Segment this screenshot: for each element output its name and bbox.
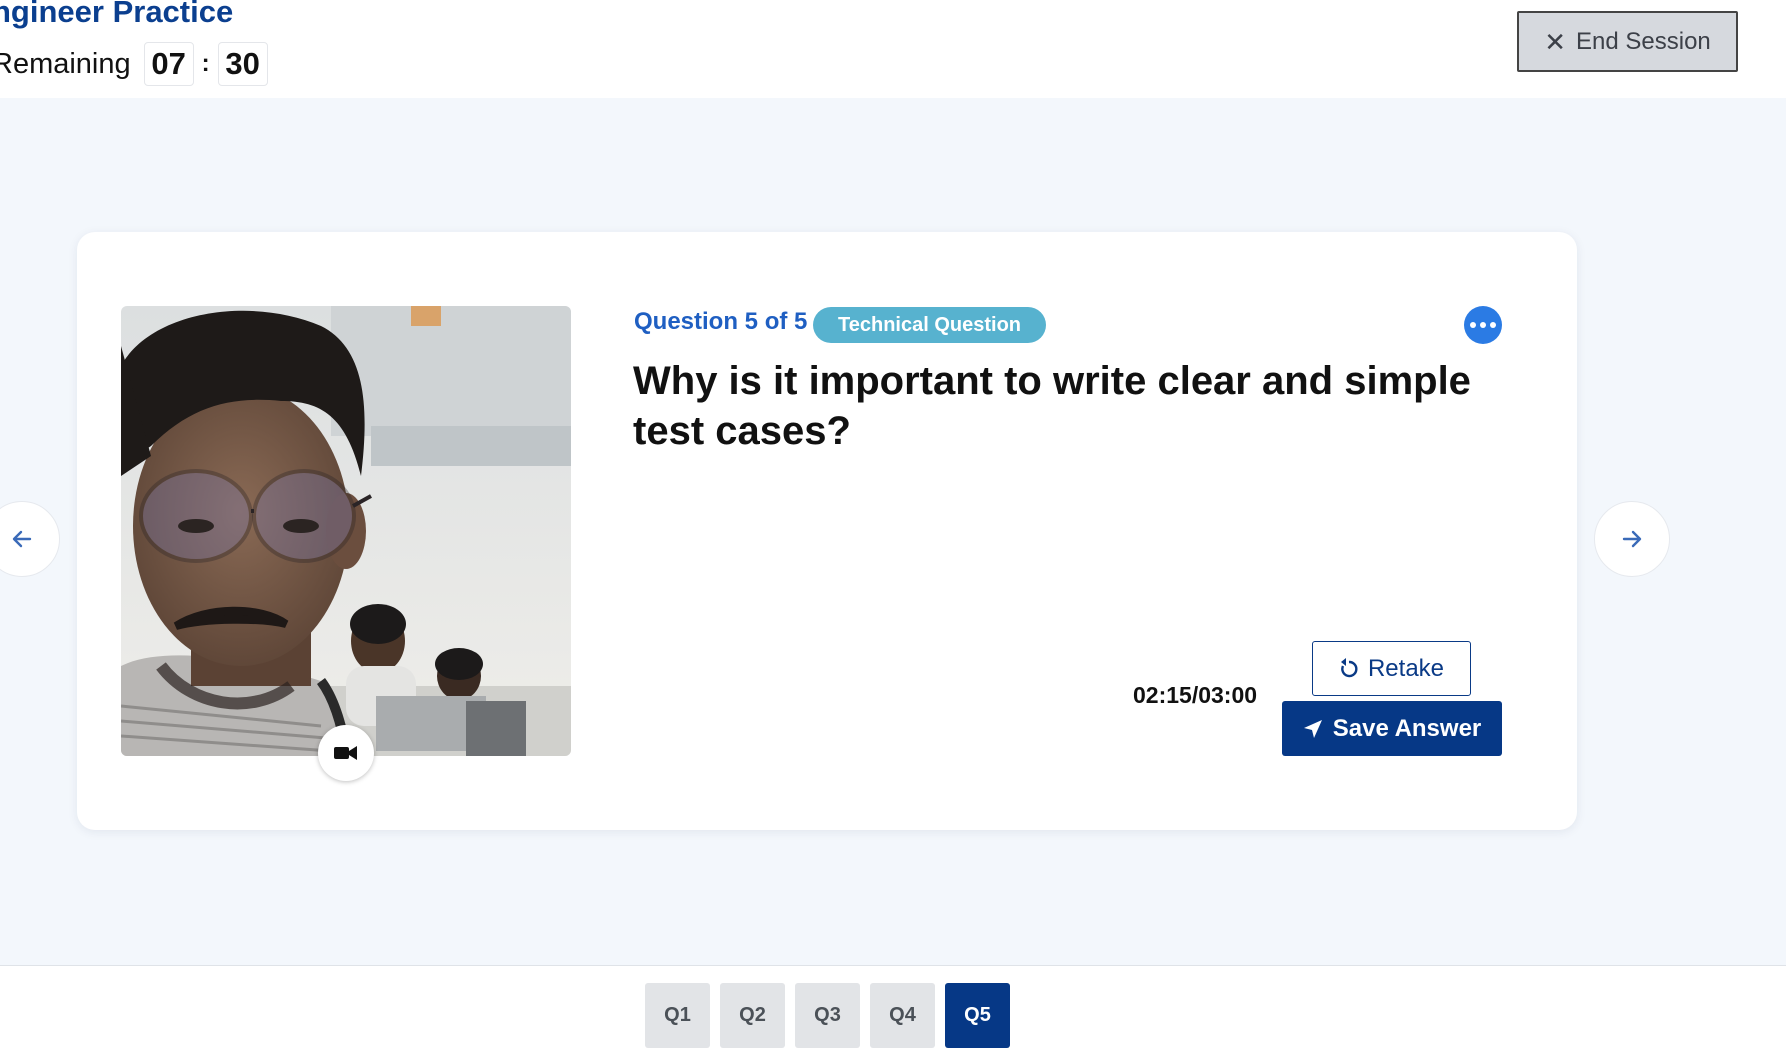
end-session-label: End Session bbox=[1576, 27, 1711, 55]
question-tab-q2[interactable]: Q2 bbox=[720, 983, 785, 1048]
question-text: Why is it important to write clear and s… bbox=[633, 359, 1471, 453]
arrow-left-icon bbox=[12, 530, 32, 548]
retake-button[interactable]: Retake bbox=[1312, 641, 1471, 696]
more-options-dot bbox=[1490, 322, 1496, 328]
arrow-right-icon bbox=[1622, 530, 1642, 548]
question-tab-q5[interactable]: Q5 bbox=[945, 983, 1010, 1048]
more-options-dot bbox=[1480, 322, 1486, 328]
remaining-label: Remaining bbox=[0, 47, 131, 80]
next-question-button[interactable] bbox=[1594, 501, 1670, 577]
question-number: Question 5 of 5 bbox=[634, 308, 808, 335]
webcam-preview bbox=[121, 306, 571, 756]
timer-minutes: 07 bbox=[143, 42, 194, 86]
question-type-badge: Technical Question bbox=[813, 307, 1046, 343]
time-remaining: Remaining 07 : 30 bbox=[0, 40, 268, 88]
video-camera-icon bbox=[334, 746, 357, 760]
camera-toggle-button[interactable] bbox=[318, 725, 374, 781]
question-tab-q1[interactable]: Q1 bbox=[645, 983, 710, 1048]
send-icon bbox=[1303, 719, 1322, 738]
save-answer-label: Save Answer bbox=[1332, 714, 1482, 742]
question-tab-q4[interactable]: Q4 bbox=[870, 983, 935, 1048]
close-icon: ✕ bbox=[1544, 26, 1567, 57]
timer-seconds: 30 bbox=[217, 42, 268, 86]
top-bar: ngineer Practice Remaining 07 : 30 ✕ End… bbox=[0, 0, 1786, 98]
question-tabs: Q1 Q2 Q3 Q4 Q5 bbox=[645, 983, 1010, 1048]
page-title: ngineer Practice bbox=[0, 0, 234, 29]
end-session-button[interactable]: ✕ End Session bbox=[1517, 11, 1738, 72]
question-tab-q3[interactable]: Q3 bbox=[795, 983, 860, 1048]
webcam-video bbox=[121, 306, 571, 756]
recording-time: 02:15/03:00 bbox=[1133, 682, 1258, 708]
more-options-icon bbox=[1470, 322, 1476, 328]
retake-label: Retake bbox=[1367, 654, 1445, 682]
more-options-button[interactable] bbox=[1464, 306, 1502, 344]
save-answer-button[interactable]: Save Answer bbox=[1282, 701, 1502, 756]
refresh-icon bbox=[1340, 657, 1358, 677]
timer-separator: : bbox=[201, 50, 210, 77]
